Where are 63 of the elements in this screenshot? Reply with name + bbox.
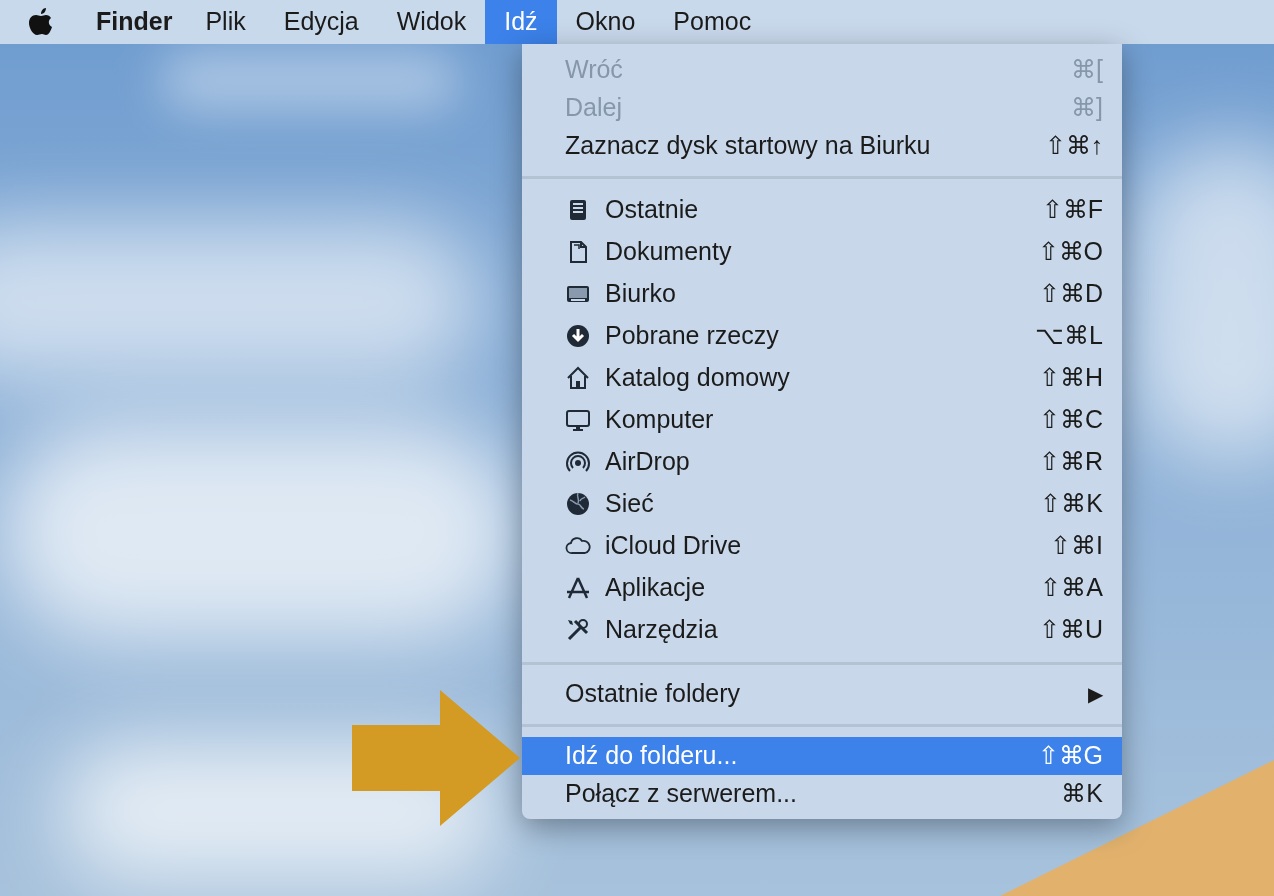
- menubar-item[interactable]: Edycja: [264, 0, 378, 44]
- menubar-item[interactable]: Plik: [186, 0, 265, 44]
- menu-item[interactable]: Katalog domowy ⇧⌘H: [522, 357, 1122, 399]
- menu-item[interactable]: Narzędzia ⇧⌘U: [522, 609, 1122, 651]
- menu-item[interactable]: Ostatnie foldery ▶: [522, 675, 1122, 713]
- tools-icon: [565, 617, 591, 643]
- shortcut-label: ⌘[: [1071, 54, 1103, 86]
- menubar-item[interactable]: Idź: [485, 0, 557, 44]
- shortcut-label: ⇧⌘G: [1037, 740, 1103, 772]
- menu-item[interactable]: iCloud Drive ⇧⌘I: [522, 525, 1122, 567]
- shortcut-label: ⇧⌘C: [1038, 404, 1103, 436]
- menu-item[interactable]: AirDrop ⇧⌘R: [522, 441, 1122, 483]
- shortcut-label: ⌥⌘L: [1035, 320, 1103, 352]
- menu-item-label: Biurko: [605, 278, 677, 310]
- monitor-icon: [565, 407, 591, 433]
- menu-item[interactable]: Dokumenty ⇧⌘O: [522, 231, 1122, 273]
- menu-item[interactable]: Biurko ⇧⌘D: [522, 273, 1122, 315]
- menu-item-label: Pobrane rzeczy: [605, 320, 780, 352]
- apple-logo-icon[interactable]: [28, 7, 54, 37]
- menu-item[interactable]: Komputer ⇧⌘C: [522, 399, 1122, 441]
- shortcut-label: ⇧⌘K: [1040, 488, 1103, 520]
- menu-item-label: Ostatnie: [605, 194, 700, 226]
- menu-item[interactable]: Sieć ⇧⌘K: [522, 483, 1122, 525]
- menu-item-label: AirDrop: [605, 446, 691, 478]
- menu-item-label: Idź do folderu...: [565, 740, 739, 772]
- menu-item-label: Wróć: [565, 54, 624, 86]
- globe-icon: [565, 491, 591, 517]
- menu-item-label: Sieć: [605, 488, 655, 520]
- house-icon: [565, 365, 591, 391]
- menu-item-label: Dokumenty: [605, 236, 733, 268]
- menubar-item[interactable]: Widok: [377, 0, 486, 44]
- menu-item[interactable]: Aplikacje ⇧⌘A: [522, 567, 1122, 609]
- shortcut-label: ⇧⌘I: [1050, 530, 1103, 562]
- shortcut-label: ⇧⌘A: [1040, 572, 1103, 604]
- shortcut-label: ⌘]: [1071, 92, 1103, 124]
- menu-item[interactable]: Idź do folderu... ⇧⌘G: [522, 737, 1122, 775]
- shortcut-label: ⇧⌘R: [1038, 446, 1103, 478]
- app-menu[interactable]: Finder: [82, 3, 187, 41]
- shortcut-label: ⇧⌘D: [1038, 278, 1103, 310]
- menu-item-label: Katalog domowy: [605, 362, 791, 394]
- menu-item[interactable]: Ostatnie ⇧⌘F: [522, 189, 1122, 231]
- menubar-item[interactable]: Okno: [556, 0, 655, 44]
- shortcut-label: ⌘K: [1061, 778, 1103, 810]
- menu-item[interactable]: Zaznacz dysk startowy na Biurku ⇧⌘↑: [522, 127, 1122, 165]
- menu-item[interactable]: Pobrane rzeczy ⌥⌘L: [522, 315, 1122, 357]
- menu-item-label: Komputer: [605, 404, 715, 436]
- menu-item-label: Dalej: [565, 92, 623, 124]
- menu-item-label: Ostatnie foldery: [565, 678, 742, 710]
- submenu-arrow: ▶: [1088, 682, 1103, 707]
- menu-item-label: Narzędzia: [605, 614, 719, 646]
- menu-item[interactable]: Połącz z serwerem... ⌘K: [522, 775, 1122, 813]
- shortcut-label: ⇧⌘O: [1037, 236, 1103, 268]
- download-icon: [565, 323, 591, 349]
- menubar-item[interactable]: Pomoc: [654, 0, 771, 44]
- menu-item-label: Zaznacz dysk startowy na Biurku: [565, 130, 932, 162]
- shortcut-label: ⇧⌘F: [1041, 194, 1103, 226]
- menu-item-label: Połącz z serwerem...: [565, 778, 798, 810]
- shortcut-label: ⇧⌘H: [1038, 362, 1103, 394]
- menu-item-label: iCloud Drive: [605, 530, 743, 562]
- shortcut-label: ⇧⌘U: [1038, 614, 1103, 646]
- shortcut-label: ⇧⌘↑: [1044, 130, 1103, 162]
- menu-item-label: Aplikacje: [605, 572, 707, 604]
- app-store-icon: [565, 575, 591, 601]
